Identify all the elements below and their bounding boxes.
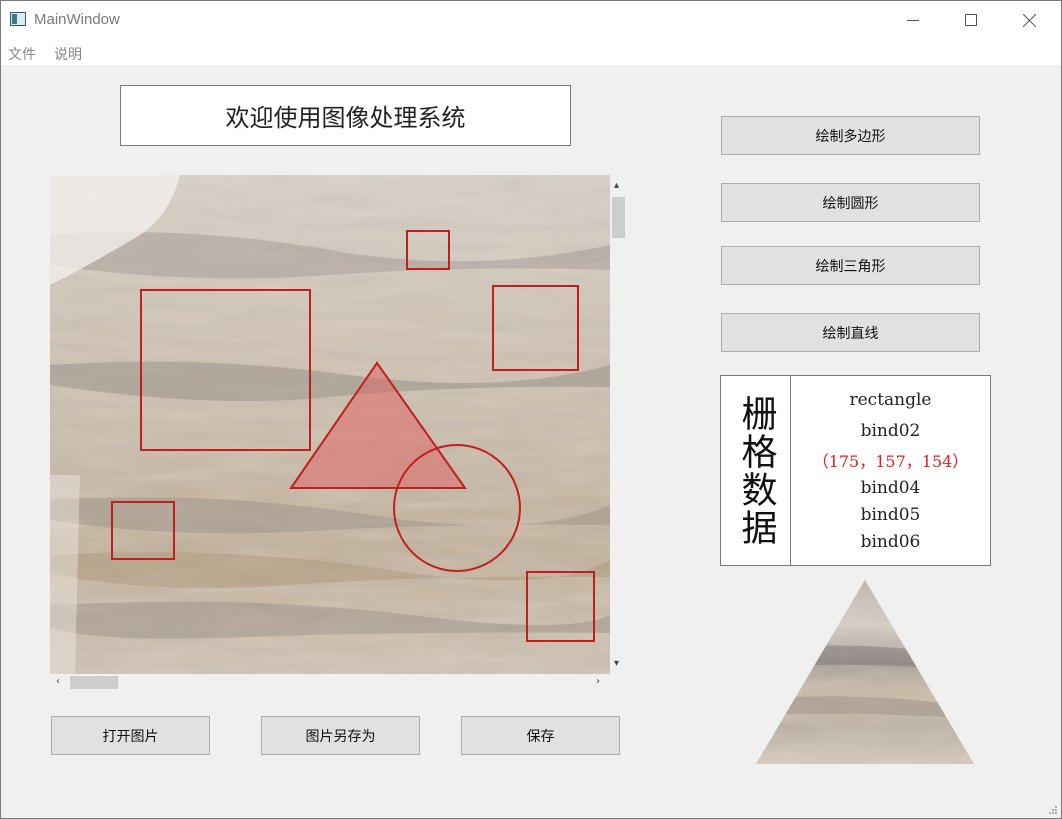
grid-line-rgb: （175，157，154） — [812, 452, 969, 471]
minimize-icon — [907, 20, 919, 21]
open-image-button[interactable]: 打开图片 — [51, 716, 210, 755]
scroll-left-icon[interactable]: ‹ — [56, 677, 60, 687]
scroll-up-icon[interactable]: ▴ — [614, 181, 619, 191]
close-icon — [1022, 13, 1036, 27]
triangle-preview — [756, 580, 974, 764]
vertical-scrollbar[interactable]: ▴ ▾ — [610, 175, 627, 674]
page-title: 欢迎使用图像处理系统 — [120, 85, 571, 146]
grid-line-bind06: bind06 — [860, 532, 921, 552]
horizontal-scrollbar[interactable]: ‹ › — [50, 674, 610, 691]
vertical-scroll-thumb[interactable] — [612, 197, 625, 238]
save-button[interactable]: 保存 — [461, 716, 620, 755]
draw-circle-button[interactable]: 绘制圆形 — [721, 183, 980, 222]
save-image-as-button[interactable]: 图片另存为 — [261, 716, 420, 755]
draw-line-button[interactable]: 绘制直线 — [721, 313, 980, 352]
grid-line-bind04: bind04 — [860, 478, 921, 498]
maximize-icon — [965, 14, 977, 26]
scroll-down-icon[interactable]: ▾ — [614, 659, 619, 669]
close-button[interactable] — [1000, 1, 1058, 39]
horizontal-scroll-thumb[interactable] — [70, 676, 118, 689]
grid-line-bind02: bind02 — [860, 421, 921, 441]
raster-data-title: 栅格数据 — [735, 394, 777, 547]
maximize-button[interactable] — [942, 1, 1000, 39]
window-title: MainWindow — [34, 11, 120, 28]
title-bar: MainWindow — [1, 1, 1061, 39]
minimize-button[interactable] — [884, 1, 942, 39]
scroll-right-icon[interactable]: › — [596, 677, 600, 687]
draw-polygon-button[interactable]: 绘制多边形 — [721, 116, 980, 155]
menu-bar: 文件 说明 — [1, 39, 1061, 65]
main-window: MainWindow 文件 说明 欢迎使用图像处理系统 ▴ ▾ ‹ › 打开图片… — [0, 0, 1062, 819]
grid-line-bind05: bind05 — [860, 505, 921, 525]
resize-grip-icon[interactable] — [1048, 805, 1058, 815]
menu-file[interactable]: 文件 — [8, 44, 36, 64]
app-icon — [10, 12, 26, 26]
draw-triangle-button[interactable]: 绘制三角形 — [721, 246, 980, 285]
grid-line-shape: rectangle — [849, 390, 932, 410]
menu-help[interactable]: 说明 — [54, 44, 82, 64]
image-view[interactable] — [50, 175, 610, 674]
raster-data-title-cell: 栅格数据 — [721, 376, 791, 565]
canvas-image — [50, 175, 610, 674]
raster-data-panel: 栅格数据 rectangle bind02 （175，157，154） bind… — [720, 375, 991, 566]
